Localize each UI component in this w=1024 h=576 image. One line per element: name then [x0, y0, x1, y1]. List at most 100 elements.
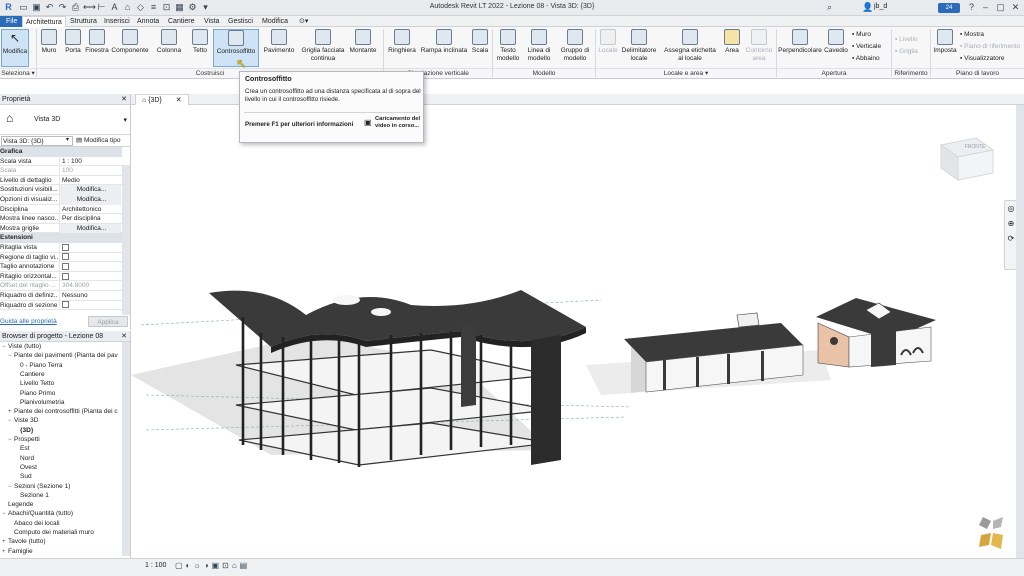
tab-annota[interactable]: Annota: [134, 16, 162, 27]
railing-button[interactable]: Ringhiera: [386, 29, 418, 55]
perpendicular-button[interactable]: Perpendicolare: [778, 29, 822, 55]
section-box-checkbox[interactable]: [62, 301, 69, 309]
area-boundary-button[interactable]: Contorno area: [744, 29, 774, 63]
browser-item[interactable]: Computo dei materiali muro: [8, 528, 94, 538]
modify-button[interactable]: ↖ Modifica: [1, 29, 29, 67]
show-workplane-button[interactable]: ▪ Mostra: [960, 30, 984, 40]
browser-item[interactable]: Planivolumetria: [14, 398, 64, 408]
crop-region-checkbox[interactable]: [62, 253, 69, 261]
tab-inserisci[interactable]: Inserisci: [101, 16, 133, 27]
browser-item[interactable]: Piano Primo: [14, 389, 55, 399]
browser-item[interactable]: − Sezioni (Sezione 1): [8, 482, 70, 492]
door-button[interactable]: Porta: [62, 29, 84, 55]
browser-item[interactable]: Nord: [14, 454, 34, 464]
dormer-wall-button[interactable]: ▪ Muro: [852, 30, 871, 40]
crop-view-checkbox[interactable]: [62, 243, 69, 251]
browser-item[interactable]: + Famiglie: [2, 547, 33, 556]
tag-room-button[interactable]: Assegna etichetta al locale: [661, 29, 719, 63]
notification-badge[interactable]: 24: [938, 3, 960, 13]
level-button[interactable]: ▪ Livello: [895, 35, 918, 45]
shaft-button[interactable]: Cavedio: [823, 29, 849, 55]
browser-close-icon[interactable]: ✕: [121, 331, 127, 342]
browser-item[interactable]: − Prospetti: [8, 435, 40, 445]
close-icon[interactable]: ✕: [1010, 2, 1021, 13]
room-separator-button[interactable]: Delimitatore locale: [620, 29, 658, 63]
far-clip-checkbox[interactable]: [62, 272, 69, 280]
annotation-crop-checkbox[interactable]: [62, 262, 69, 270]
browser-item[interactable]: 0 - Piano Terra: [14, 361, 63, 371]
browser-item[interactable]: Abaco dei locali: [8, 519, 60, 529]
help-icon[interactable]: ?: [966, 2, 977, 13]
browser-item[interactable]: − Viste 3D: [8, 416, 38, 426]
prop-row[interactable]: Mostra griglie Modifica...: [0, 223, 122, 234]
seleziona-label[interactable]: Seleziona ▾: [0, 68, 36, 78]
window-button[interactable]: Finestra: [84, 29, 110, 55]
model-line-button[interactable]: Linea di modello: [524, 29, 554, 63]
floor-button[interactable]: Pavimento: [262, 29, 296, 55]
browser-item[interactable]: Sezione 1: [14, 491, 49, 501]
dormer-button[interactable]: ▪ Abbaino: [852, 54, 880, 64]
model-text-button[interactable]: Testo modello: [494, 29, 522, 63]
tab-architettura[interactable]: Architettura: [22, 16, 66, 27]
view-control-icons[interactable]: ▢◐☼◑▣⊡⌂▤: [175, 561, 250, 570]
edit-grids-button[interactable]: Modifica...: [59, 223, 121, 234]
properties-scrollbar[interactable]: [122, 165, 130, 315]
properties-help-link[interactable]: Guida alle proprietà: [0, 318, 57, 325]
column-button[interactable]: Colonna: [154, 29, 184, 55]
tab-struttura[interactable]: Struttura: [67, 16, 100, 27]
panel-locale-area[interactable]: Locale e area ▾: [596, 68, 776, 78]
prop-row[interactable]: Scala vista 1 : 100: [0, 156, 122, 167]
room-button[interactable]: Locale: [597, 29, 619, 55]
edit-vg-button[interactable]: Modifica...: [59, 185, 121, 195]
prop-row[interactable]: Riquadro di definiz... Nessuno: [0, 290, 122, 301]
browser-item[interactable]: Livello Tetto: [14, 379, 54, 389]
ref-plane-button[interactable]: ▪ Piano di riferimento: [960, 42, 1024, 52]
view-tab-close-icon[interactable]: ✕: [176, 97, 182, 104]
component-button[interactable]: Componente: [110, 29, 150, 55]
tab-cantiere[interactable]: Cantiere: [165, 16, 197, 27]
search-icon[interactable]: ⌕: [824, 2, 835, 13]
tab-vista[interactable]: Vista: [201, 16, 222, 27]
model-group-button[interactable]: Gruppo di modello: [558, 29, 592, 63]
browser-item[interactable]: {3D}: [14, 426, 33, 436]
prop-row[interactable]: Taglio annotazione: [0, 262, 122, 272]
tab-file[interactable]: File: [0, 16, 24, 27]
instance-selector[interactable]: Vista 3D: {3D}: [1, 136, 73, 146]
view-tab-3d[interactable]: ⌂ {3D} ✕: [135, 94, 189, 105]
user-name[interactable]: jb_d: [874, 3, 887, 10]
category-grafica[interactable]: Grafica: [0, 147, 122, 157]
tab-modifica[interactable]: Modifica: [259, 16, 291, 27]
browser-item[interactable]: − Abachi/Quantità (tutto): [2, 509, 73, 519]
prop-row[interactable]: Livello di dettaglio Medio: [0, 175, 122, 186]
browser-item[interactable]: Legende: [2, 500, 33, 510]
browser-item[interactable]: Ovest: [14, 463, 37, 473]
view-scale[interactable]: 1 : 100: [145, 562, 166, 569]
edit-display-button[interactable]: Modifica...: [59, 194, 121, 205]
viewer-button[interactable]: ▪ Visualizzatore: [960, 54, 1004, 64]
stair-button[interactable]: Scala: [470, 29, 490, 55]
minimize-icon[interactable]: –: [980, 2, 991, 13]
area-button[interactable]: Area: [722, 29, 742, 55]
tab-overflow-icon[interactable]: ⊙▾: [296, 16, 311, 27]
user-icon[interactable]: 👤: [862, 2, 873, 13]
browser-item[interactable]: − Viste (tutto): [2, 342, 41, 352]
prop-row[interactable]: Regione di taglio vi...: [0, 252, 122, 263]
vertical-opening-button[interactable]: ▪ Verticale: [852, 42, 881, 52]
grid-button[interactable]: ▪ Griglia: [895, 47, 918, 57]
set-workplane-button[interactable]: Imposta: [932, 29, 958, 55]
prop-row[interactable]: Ritaglia vista: [0, 242, 122, 253]
properties-close-icon[interactable]: ✕: [121, 94, 127, 105]
maximize-icon[interactable]: ▢: [995, 2, 1006, 13]
category-estensioni[interactable]: Estensioni: [0, 233, 122, 243]
prop-row[interactable]: Disciplina Architettonico: [0, 204, 122, 215]
prop-row[interactable]: Ritaglio orizzontal...: [0, 271, 122, 282]
browser-scrollbar[interactable]: [122, 342, 130, 556]
tab-gestisci[interactable]: Gestisci: [225, 16, 256, 27]
browser-item[interactable]: Sud: [14, 472, 32, 482]
browser-item[interactable]: + Piante dei controsoffitti (Pianta dei c: [8, 407, 118, 417]
browser-item[interactable]: Est: [14, 444, 29, 454]
vertical-scrollbar[interactable]: [1016, 105, 1024, 558]
curtain-grid-button[interactable]: Griglia facciata continua: [300, 29, 346, 63]
ramp-button[interactable]: Rampa inclinata: [420, 29, 468, 55]
browser-item[interactable]: − Piante dei pavimenti (Pianta dei pav: [8, 351, 118, 361]
